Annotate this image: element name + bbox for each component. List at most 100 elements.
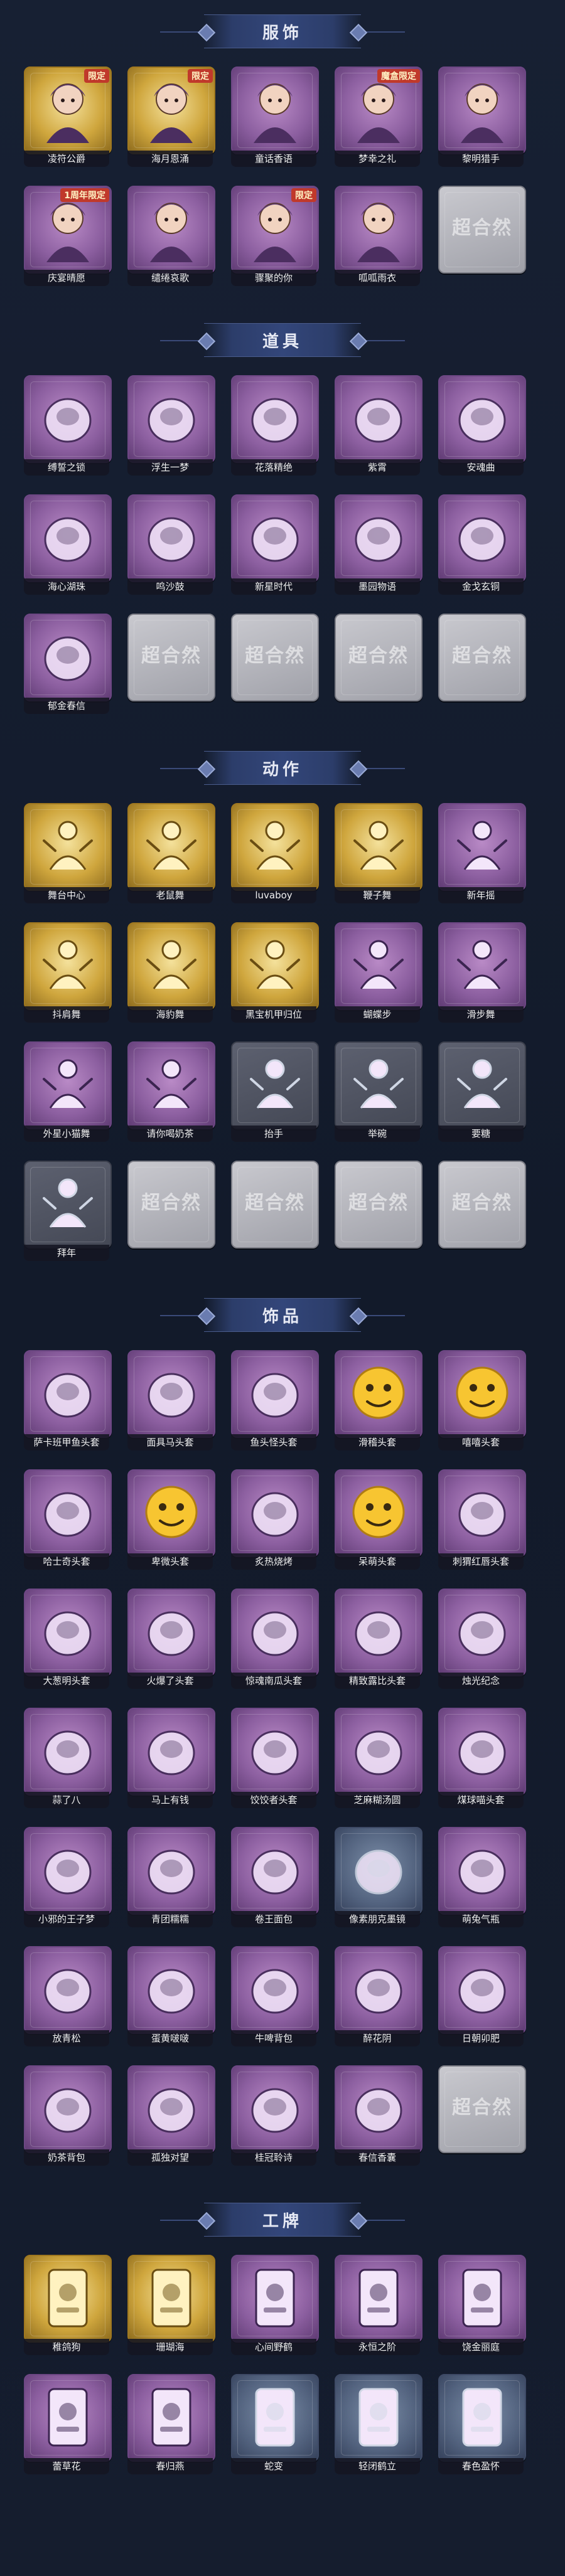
collection-item[interactable]: 醉花阴: [335, 1946, 422, 2050]
collection-item[interactable]: 鸣沙鼓: [127, 494, 215, 599]
collection-item[interactable]: 滑步舞: [438, 922, 526, 1026]
item-card: [335, 375, 422, 463]
limited-tag: 1周年限定: [60, 188, 109, 202]
collection-item[interactable]: 卑微头套: [127, 1469, 215, 1573]
collection-item[interactable]: 花落精绝: [231, 375, 319, 479]
collection-item[interactable]: 老鼠舞: [127, 803, 215, 907]
collection-item[interactable]: 哈士奇头套: [24, 1469, 112, 1573]
collection-item[interactable]: 春归燕: [127, 2374, 215, 2478]
collection-item[interactable]: 举碗: [335, 1041, 422, 1146]
collection-item[interactable]: 紫霄: [335, 375, 422, 479]
collection-item[interactable]: 抖肩舞: [24, 922, 112, 1026]
collection-item[interactable]: 芝麻糊汤圆: [335, 1708, 422, 1812]
collection-item[interactable]: 黎明猎手: [438, 67, 526, 171]
collection-item[interactable]: 青团糯糯: [127, 1827, 215, 1931]
item-card: [231, 375, 319, 463]
watermark: 超合然: [245, 1192, 305, 1214]
collection-item[interactable]: 海豹舞: [127, 922, 215, 1026]
item-label: 请你喝奶茶: [127, 1126, 213, 1142]
collection-item[interactable]: 金戈玄铜: [438, 494, 526, 599]
collection-item[interactable]: 火爆了头套: [127, 1589, 215, 1693]
collection-item[interactable]: 蕾草花: [24, 2374, 112, 2478]
collection-item[interactable]: 嘻嘻头套: [438, 1350, 526, 1454]
collection-item[interactable]: 魔盒限定 梦幸之礼: [335, 67, 422, 171]
collection-item[interactable]: 桂冠聆诗: [231, 2065, 319, 2169]
collection-item[interactable]: 蛋黄啵啵: [127, 1946, 215, 2050]
collection-item[interactable]: 限定 凌符公爵: [24, 67, 112, 171]
collection-item[interactable]: 牛啤背包: [231, 1946, 319, 2050]
collection-item[interactable]: 卷王面包: [231, 1827, 319, 1931]
collection-item[interactable]: 春信香囊: [335, 2065, 422, 2169]
collection-item[interactable]: 1周年限定 庆宴晴愿: [24, 186, 112, 290]
diamond-icon: [349, 760, 368, 779]
collection-item[interactable]: 缚誓之锁: [24, 375, 112, 479]
collection-item[interactable]: 要糖: [438, 1041, 526, 1146]
collection-item[interactable]: 饶金丽庭: [438, 2255, 526, 2359]
collection-item[interactable]: 孤独对望: [127, 2065, 215, 2169]
collection-item[interactable]: 郁金春信: [24, 614, 112, 718]
collection-item[interactable]: 烛光纪念: [438, 1589, 526, 1693]
item-card: [231, 1350, 319, 1438]
collection-item[interactable]: 童话香语: [231, 67, 319, 171]
collection-item[interactable]: 抬手: [231, 1041, 319, 1146]
collection-item[interactable]: 限定 骤聚的你: [231, 186, 319, 290]
collection-item[interactable]: 春色盈怀: [438, 2374, 526, 2478]
collection-item[interactable]: 安魂曲: [438, 375, 526, 479]
collection-item[interactable]: 外星小猫舞: [24, 1041, 112, 1146]
collection-item[interactable]: 珊瑚海: [127, 2255, 215, 2359]
collection-item[interactable]: 奶茶背包: [24, 2065, 112, 2169]
collection-item[interactable]: 蛇变: [231, 2374, 319, 2478]
collection-item[interactable]: 浮生一梦: [127, 375, 215, 479]
collection-item[interactable]: 鱼头怪头套: [231, 1350, 319, 1454]
collection-item[interactable]: 小邪的王子梦: [24, 1827, 112, 1931]
collection-item[interactable]: 煤球喵头套: [438, 1708, 526, 1812]
diamond-icon: [197, 23, 216, 42]
collection-item[interactable]: 蝴蝶步: [335, 922, 422, 1026]
collection-item[interactable]: 墨园物语: [335, 494, 422, 599]
item-card: 超合然: [127, 1161, 215, 1248]
item-card: 超合然: [438, 1161, 526, 1248]
collection-item[interactable]: 新年摇: [438, 803, 526, 907]
collection-item[interactable]: 鞭子舞: [335, 803, 422, 907]
collection-item[interactable]: 萨卡班甲鱼头套: [24, 1350, 112, 1454]
collection-item[interactable]: 马上有钱: [127, 1708, 215, 1812]
item-card: [127, 375, 215, 463]
collection-item[interactable]: 新星时代: [231, 494, 319, 599]
collection-item[interactable]: 精致露比头套: [335, 1589, 422, 1693]
collection-item[interactable]: 请你喝奶茶: [127, 1041, 215, 1146]
collection-item[interactable]: 刺猬红唇头套: [438, 1469, 526, 1573]
item-card: 超合然: [438, 614, 526, 701]
collection-item[interactable]: 海心湖珠: [24, 494, 112, 599]
collection-item[interactable]: 限定 海月恩涌: [127, 67, 215, 171]
collection-item[interactable]: 放青松: [24, 1946, 112, 2050]
collection-item[interactable]: 炙热烧烤: [231, 1469, 319, 1573]
collection-item[interactable]: 像素朋克墨镜: [335, 1827, 422, 1931]
section-header: 工牌: [0, 2200, 565, 2240]
collection-item[interactable]: 滑稽头套: [335, 1350, 422, 1454]
collection-item[interactable]: 轻闭鹤立: [335, 2374, 422, 2478]
item-label: 孤独对望: [127, 2149, 213, 2166]
revolver-icon: [232, 496, 318, 581]
limited-tag: 限定: [291, 188, 316, 202]
collection-item[interactable]: 稚鸽狗: [24, 2255, 112, 2359]
horse-head-icon: [129, 1351, 214, 1437]
collection-item[interactable]: 面具马头套: [127, 1350, 215, 1454]
collection-item[interactable]: 拜年: [24, 1161, 112, 1265]
collection-item[interactable]: 呆萌头套: [335, 1469, 422, 1573]
collection-item[interactable]: 饺饺者头套: [231, 1708, 319, 1812]
collection-item[interactable]: 舞台中心: [24, 803, 112, 907]
collection-item[interactable]: 永恒之阶: [335, 2255, 422, 2359]
pose-icon: [129, 804, 214, 890]
collection-item[interactable]: luvaboy: [231, 803, 319, 907]
collection-item[interactable]: 萌兔气瓶: [438, 1827, 526, 1931]
collection-item[interactable]: 缱绻哀歌: [127, 186, 215, 290]
item-card: [438, 803, 526, 891]
collection-item[interactable]: 黑宝机甲归位: [231, 922, 319, 1026]
collection-item[interactable]: 大葱明头套: [24, 1589, 112, 1693]
collection-item[interactable]: 呱呱雨衣: [335, 186, 422, 290]
collection-item[interactable]: 蒜了八: [24, 1708, 112, 1812]
collection-item[interactable]: 惊魂南瓜头套: [231, 1589, 319, 1693]
collection-item[interactable]: 心间野鹤: [231, 2255, 319, 2359]
item-label: 像素朋克墨镜: [335, 1911, 420, 1927]
collection-item[interactable]: 日朝卯肥: [438, 1946, 526, 2050]
